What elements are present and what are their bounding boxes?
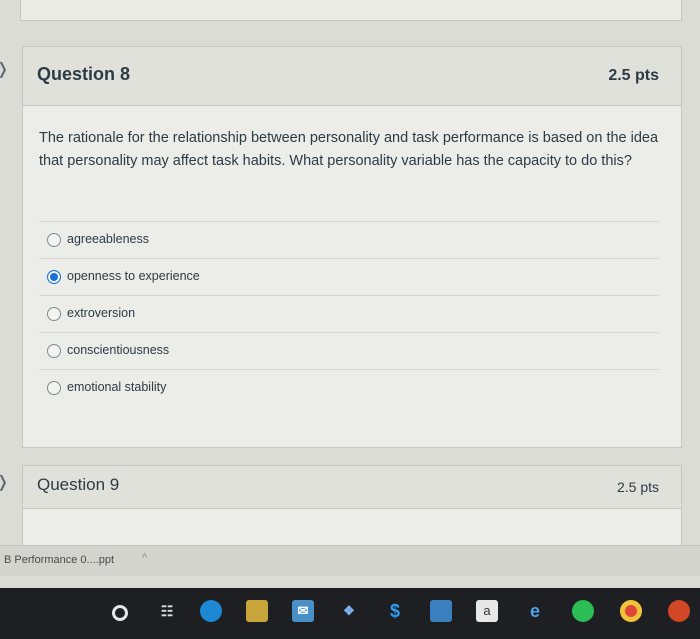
answer-option[interactable]: conscientiousness bbox=[39, 332, 659, 369]
question-9-points: 2.5 pts bbox=[616, 479, 659, 495]
chrome-icon[interactable] bbox=[620, 600, 642, 622]
radio-button[interactable] bbox=[47, 381, 61, 395]
radio-button[interactable] bbox=[47, 344, 61, 358]
answer-list: agreeableness openness to experience ext… bbox=[39, 221, 659, 406]
answer-option[interactable]: emotional stability bbox=[39, 369, 659, 406]
dropbox-icon[interactable]: ❖ bbox=[338, 600, 360, 622]
answer-label: openness to experience bbox=[67, 269, 200, 283]
download-bar: B Performance 0....ppt ^ bbox=[0, 545, 700, 576]
answer-label: agreeableness bbox=[67, 232, 150, 246]
question-8-card: Question 8 2.5 pts The rationale for the… bbox=[22, 46, 682, 448]
money-icon[interactable]: $ bbox=[384, 600, 406, 622]
edge-icon[interactable] bbox=[200, 600, 222, 622]
chevron-up-icon[interactable]: ^ bbox=[142, 552, 147, 564]
answer-option[interactable]: agreeableness bbox=[39, 221, 659, 258]
question-8-points: 2.5 pts bbox=[608, 67, 659, 84]
previous-question-card bbox=[20, 0, 682, 21]
amazon-icon[interactable]: a bbox=[476, 600, 498, 622]
question-flag-icon[interactable]: ❭ bbox=[0, 475, 10, 491]
question-9-card: Question 9 2.5 pts bbox=[22, 465, 682, 547]
answer-option[interactable]: extroversion bbox=[39, 295, 659, 332]
taskbar: ☷ ✉ ❖ $ a e bbox=[0, 588, 700, 639]
question-8-text: The rationale for the relationship betwe… bbox=[39, 130, 659, 169]
question-8-title: Question 8 bbox=[37, 64, 131, 84]
question-flag-icon[interactable]: ❭ bbox=[0, 62, 10, 78]
radio-button[interactable] bbox=[47, 233, 61, 247]
task-view-icon[interactable]: ☷ bbox=[156, 600, 178, 622]
answer-option[interactable]: openness to experience bbox=[39, 258, 659, 295]
store-icon[interactable] bbox=[246, 600, 268, 622]
download-file-name[interactable]: B Performance 0....ppt bbox=[4, 554, 114, 566]
screen: ❭ Question 8 2.5 pts The rationale for t… bbox=[0, 0, 700, 639]
cortana-icon[interactable] bbox=[112, 605, 128, 621]
answer-label: emotional stability bbox=[67, 380, 167, 394]
question-9-header: Question 9 2.5 pts bbox=[23, 466, 681, 509]
ie-icon[interactable]: e bbox=[524, 600, 546, 622]
question-8-header: Question 8 2.5 pts bbox=[23, 47, 681, 106]
radio-button[interactable] bbox=[47, 307, 61, 321]
mail-icon[interactable]: ✉ bbox=[292, 600, 314, 622]
answer-label: extroversion bbox=[67, 306, 136, 320]
powerpoint-icon[interactable] bbox=[668, 600, 690, 622]
spotify-icon[interactable] bbox=[572, 600, 594, 622]
question-9-title: Question 9 bbox=[37, 475, 120, 494]
radio-button-selected[interactable] bbox=[47, 270, 61, 284]
photos-icon[interactable] bbox=[430, 600, 452, 622]
answer-label: conscientiousness bbox=[67, 343, 170, 357]
